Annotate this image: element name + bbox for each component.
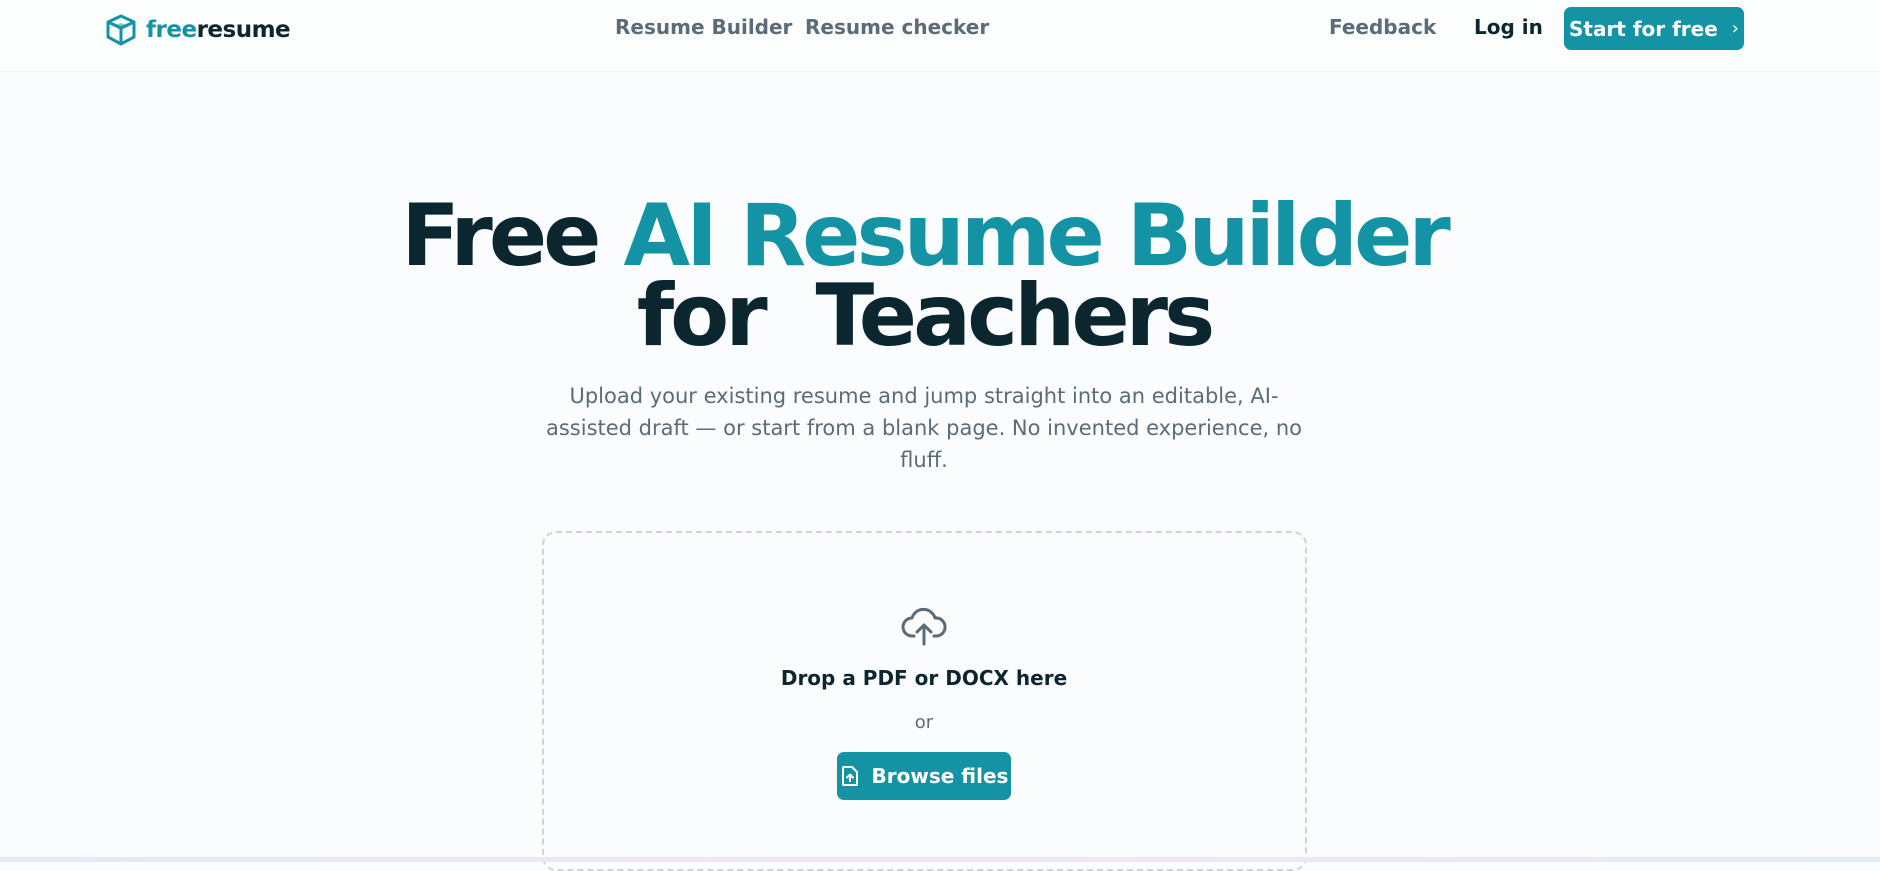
cta-label: Start for free xyxy=(1568,16,1718,41)
dropzone-title: Drop a PDF or DOCX here xyxy=(780,666,1068,690)
login-link[interactable]: Log in xyxy=(1474,15,1543,39)
nav-resume-checker[interactable]: Resume checker xyxy=(805,15,989,39)
hero-title-prefix: Free xyxy=(401,186,601,286)
browse-files-label: Browse files xyxy=(871,764,1009,788)
top-navbar: freeresume Resume Builder Resume checker… xyxy=(0,0,1880,72)
chevron-right-icon: › xyxy=(1731,18,1739,39)
logo-wordmark: freeresume xyxy=(146,17,291,43)
page-bottom-divider xyxy=(0,857,1880,862)
hero-title: Free AI Resume Builder for Teachers xyxy=(0,193,1848,359)
logo[interactable]: freeresume xyxy=(104,13,291,47)
nav-resume-builder[interactable]: Resume Builder xyxy=(615,15,792,39)
upload-dropzone[interactable] xyxy=(542,531,1307,871)
hero-title-line2: for Teachers xyxy=(636,266,1216,366)
hero-subtitle: Upload your existing resume and jump str… xyxy=(545,384,1303,472)
start-for-free-button[interactable]: Start for free › xyxy=(1564,7,1744,50)
file-upload-icon xyxy=(841,766,858,786)
browse-files-button[interactable]: Browse files xyxy=(837,752,1011,800)
box-logo-icon xyxy=(106,14,136,46)
cloud-upload-icon xyxy=(901,608,947,646)
nav-feedback[interactable]: Feedback xyxy=(1329,15,1436,39)
or-divider-label: or xyxy=(914,712,934,733)
